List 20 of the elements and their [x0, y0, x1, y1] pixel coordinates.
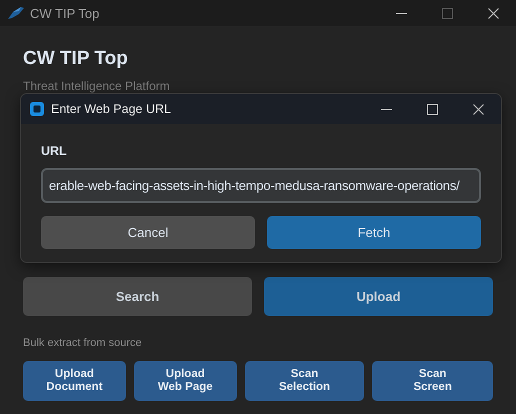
extract-button[interactable]: Upload Web Page	[134, 361, 237, 401]
url-field[interactable]: erable-web-facing-assets-in-high-tempo-medusa-ransomware-operations/	[41, 168, 481, 203]
dialog-button[interactable]: Fetch	[267, 216, 481, 249]
dialog-title: Enter Web Page URL	[51, 102, 171, 116]
section-label: Bulk extract from source	[23, 337, 142, 349]
dialog-app-icon	[30, 102, 44, 116]
app-icon	[7, 6, 25, 20]
extract-button[interactable]: Upload Document	[23, 361, 126, 401]
field-label: URL	[41, 144, 67, 158]
action-button[interactable]: Search	[23, 277, 252, 316]
extract-button[interactable]: Scan Screen	[372, 361, 493, 401]
extract-button[interactable]: Scan Selection	[244, 361, 364, 401]
dialog-button[interactable]: Cancel	[41, 216, 255, 249]
maximize-icon[interactable]	[426, 104, 438, 114]
window-title: CW TIP Top	[30, 6, 100, 20]
app-subtitle: Threat Intelligence Platform	[23, 79, 170, 93]
app-heading: CW TIP Top	[23, 48, 128, 70]
action-button[interactable]: Upload	[264, 277, 493, 316]
close-icon[interactable]	[472, 104, 484, 114]
close-icon[interactable]	[488, 8, 498, 18]
